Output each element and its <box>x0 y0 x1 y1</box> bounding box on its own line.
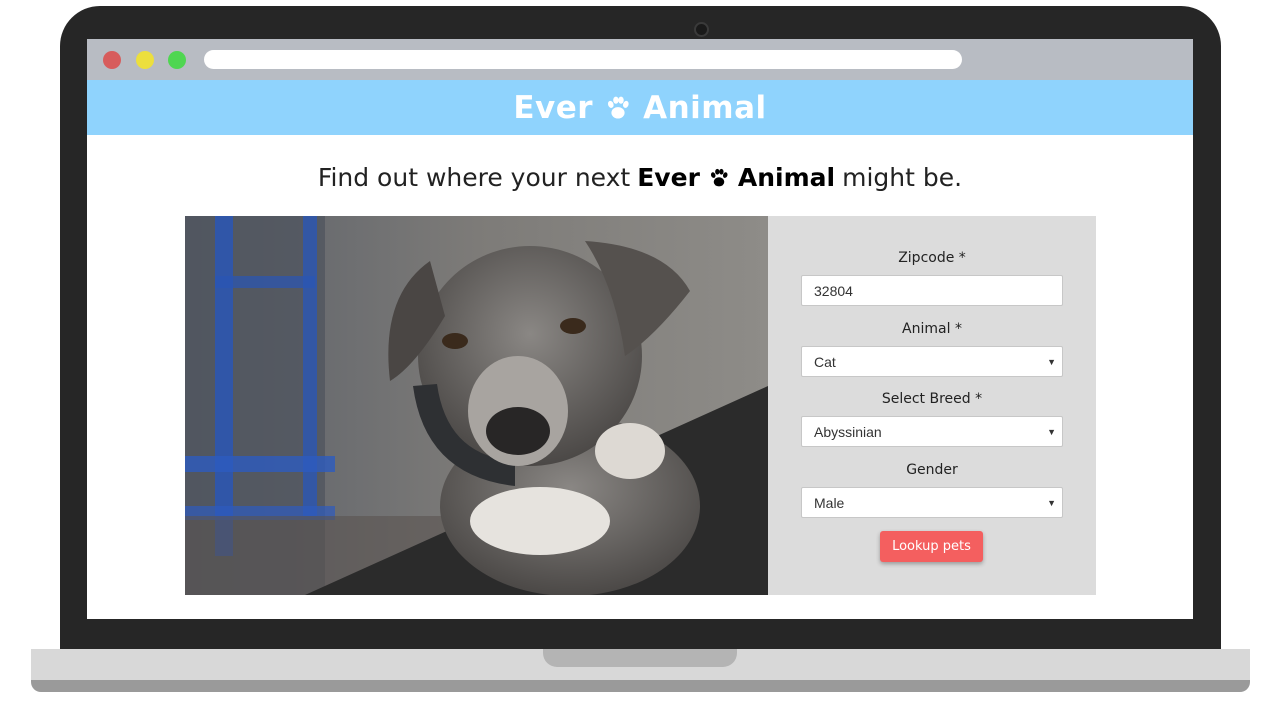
gender-value: Male <box>814 494 845 511</box>
zipcode-input[interactable]: 32804 <box>801 275 1063 306</box>
pet-search-form: Zipcode * 32804 Animal * Cat ▼ Select Br… <box>768 216 1096 595</box>
gender-label: Gender <box>906 462 958 478</box>
hero-dog-photo <box>185 216 768 595</box>
animal-value: Cat <box>814 353 836 370</box>
lookup-pets-button[interactable]: Lookup pets <box>880 531 983 562</box>
screen: Ever Animal Find out where your next Eve… <box>87 39 1193 619</box>
animal-label: Animal * <box>902 321 962 337</box>
animal-select[interactable]: Cat ▼ <box>801 346 1063 377</box>
tagline-brand-right: Animal <box>737 163 836 192</box>
close-window-button[interactable] <box>103 51 121 69</box>
tagline-suffix: might be. <box>842 163 963 192</box>
gender-select[interactable]: Male ▼ <box>801 487 1063 518</box>
tagline-brand-left: Ever <box>637 163 700 192</box>
maximize-window-button[interactable] <box>168 51 186 69</box>
site-logo[interactable]: Ever Animal <box>513 90 766 126</box>
camera-icon <box>694 22 709 37</box>
paw-icon <box>603 93 633 123</box>
zipcode-label: Zipcode * <box>898 250 966 266</box>
laptop-notch <box>543 649 737 667</box>
address-bar[interactable] <box>204 50 962 69</box>
minimize-window-button[interactable] <box>136 51 154 69</box>
chevron-down-icon: ▼ <box>1047 427 1056 437</box>
paw-icon <box>707 166 731 190</box>
browser-bar <box>87 39 1193 80</box>
breed-label: Select Breed * <box>881 391 983 407</box>
laptop-base-edge <box>31 680 1250 692</box>
page-tagline: Find out where your next Ever Animal mig… <box>87 163 1193 192</box>
tagline-prefix: Find out where your next <box>317 163 631 192</box>
zipcode-value: 32804 <box>814 282 853 299</box>
chevron-down-icon: ▼ <box>1047 357 1056 367</box>
breed-select[interactable]: Abyssinian ▼ <box>801 416 1063 447</box>
logo-text-right: Animal <box>643 89 767 126</box>
chevron-down-icon: ▼ <box>1047 498 1056 508</box>
breed-value: Abyssinian <box>814 423 882 440</box>
logo-text-left: Ever <box>513 89 594 126</box>
site-header: Ever Animal <box>87 80 1193 135</box>
